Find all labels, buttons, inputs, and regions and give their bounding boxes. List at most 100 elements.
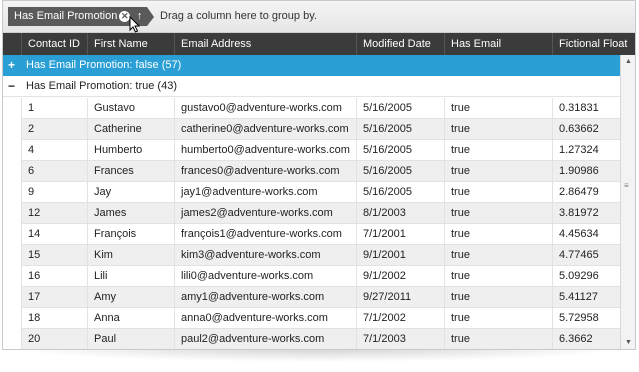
cell-fictional-float[interactable]: 2.86479: [552, 182, 620, 203]
cell-modified-date[interactable]: 7/1/2001: [356, 224, 444, 245]
cell-fictional-float[interactable]: 6.3662: [552, 329, 620, 349]
cell-first-name[interactable]: Catherine: [87, 119, 175, 140]
cell-first-name[interactable]: Frances: [87, 161, 175, 182]
cell-contact-id[interactable]: 15: [21, 245, 87, 266]
cell-has-email-promotion[interactable]: true: [444, 161, 552, 182]
cell-first-name[interactable]: Kim: [87, 245, 175, 266]
cell-fictional-float[interactable]: 0.63662: [552, 119, 620, 140]
cell-modified-date[interactable]: 5/16/2005: [356, 161, 444, 182]
table-row[interactable]: 1 Gustavo gustavo0@adventure-works.com 5/16…: [3, 98, 620, 119]
cell-email-address[interactable]: catherine0@adventure-works.com: [174, 119, 356, 140]
cell-has-email-promotion[interactable]: true: [444, 287, 552, 308]
table-row[interactable]: 9 Jay jay1@adventure-works.com 5/16/2005 tru…: [3, 182, 620, 203]
cell-modified-date[interactable]: 5/16/2005: [356, 140, 444, 161]
grip-icon[interactable]: ≡: [624, 181, 629, 190]
cell-email-address[interactable]: paul2@adventure-works.com: [174, 329, 356, 349]
cell-email-address[interactable]: amy1@adventure-works.com: [174, 287, 356, 308]
table-row[interactable]: 15 Kim kim3@adventure-works.com 9/1/2001 tru…: [3, 245, 620, 266]
column-header-email-address[interactable]: Email Address: [174, 33, 356, 55]
column-header-contact-id[interactable]: Contact ID: [21, 33, 87, 55]
cell-modified-date[interactable]: 7/1/2003: [356, 329, 444, 349]
cell-has-email-promotion[interactable]: true: [444, 203, 552, 224]
cell-has-email-promotion[interactable]: true: [444, 140, 552, 161]
cell-first-name[interactable]: Paul: [87, 329, 175, 349]
cell-email-address[interactable]: anna0@adventure-works.com: [174, 308, 356, 329]
cell-contact-id[interactable]: 4: [21, 140, 87, 161]
up-arrow-icon[interactable]: ▲: [625, 58, 632, 65]
table-row[interactable]: 16 Lili lili0@adventure-works.com 9/1/2002 t…: [3, 266, 620, 287]
cell-has-email-promotion[interactable]: true: [444, 245, 552, 266]
cell-fictional-float[interactable]: 4.45634: [552, 224, 620, 245]
cell-fictional-float[interactable]: 5.41127: [552, 287, 620, 308]
cell-modified-date[interactable]: 9/1/2002: [356, 266, 444, 287]
column-header-fictional-float[interactable]: Fictional Float: [552, 33, 635, 55]
cell-email-address[interactable]: gustavo0@adventure-works.com: [174, 98, 356, 119]
cell-fictional-float[interactable]: 1.27324: [552, 140, 620, 161]
cell-modified-date[interactable]: 7/1/2002: [356, 308, 444, 329]
cell-contact-id[interactable]: 12: [21, 203, 87, 224]
cell-email-address[interactable]: humberto0@adventure-works.com: [174, 140, 356, 161]
table-row[interactable]: 20 Paul paul2@adventure-works.com 7/1/2003 t…: [3, 329, 620, 349]
cell-modified-date[interactable]: 5/16/2005: [356, 119, 444, 140]
cell-has-email-promotion[interactable]: true: [444, 98, 552, 119]
cell-fictional-float[interactable]: 1.90986: [552, 161, 620, 182]
group-by-panel[interactable]: Has Email Promotion ✕ ↑ Drag a column he…: [3, 1, 635, 33]
group-row-false[interactable]: + Has Email Promotion: false (57): [3, 55, 620, 76]
cell-first-name[interactable]: Amy: [87, 287, 175, 308]
cell-fictional-float[interactable]: 5.09296: [552, 266, 620, 287]
cell-email-address[interactable]: françois1@adventure-works.com: [174, 224, 356, 245]
cell-first-name[interactable]: Lili: [87, 266, 175, 287]
table-row[interactable]: 6 Frances frances0@adventure-works.com 5/16…: [3, 161, 620, 182]
collapse-icon[interactable]: −: [8, 76, 15, 97]
cell-fictional-float[interactable]: 5.72958: [552, 308, 620, 329]
table-row[interactable]: 2 Catherine catherine0@adventure-works.com…: [3, 119, 620, 140]
cell-contact-id[interactable]: 1: [21, 98, 87, 119]
down-arrow-icon[interactable]: ▼: [625, 339, 632, 346]
cell-fictional-float[interactable]: 3.81972: [552, 203, 620, 224]
cell-first-name[interactable]: Anna: [87, 308, 175, 329]
group-row-true[interactable]: − Has Email Promotion: true (43): [3, 76, 620, 97]
table-row[interactable]: 12 James james2@adventure-works.com 8/1/200…: [3, 203, 620, 224]
table-row[interactable]: 17 Amy amy1@adventure-works.com 9/27/2011 tr…: [3, 287, 620, 308]
group-chip-has-email-promotion[interactable]: Has Email Promotion ✕ ↑: [8, 7, 155, 26]
cell-has-email-promotion[interactable]: true: [444, 119, 552, 140]
cell-fictional-float[interactable]: 0.31831: [552, 98, 620, 119]
cell-has-email-promotion[interactable]: true: [444, 266, 552, 287]
cell-first-name[interactable]: Gustavo: [87, 98, 175, 119]
cell-email-address[interactable]: frances0@adventure-works.com: [174, 161, 356, 182]
cell-email-address[interactable]: james2@adventure-works.com: [174, 203, 356, 224]
cell-first-name[interactable]: Humberto: [87, 140, 175, 161]
cell-email-address[interactable]: lili0@adventure-works.com: [174, 266, 356, 287]
cell-first-name[interactable]: James: [87, 203, 175, 224]
cell-contact-id[interactable]: 18: [21, 308, 87, 329]
cell-contact-id[interactable]: 20: [21, 329, 87, 349]
cell-modified-date[interactable]: 9/27/2011: [356, 287, 444, 308]
cell-has-email-promotion[interactable]: true: [444, 308, 552, 329]
vertical-scrollbar[interactable]: ▲ ≡ ▼: [620, 55, 635, 349]
cell-modified-date[interactable]: 8/1/2003: [356, 203, 444, 224]
cell-fictional-float[interactable]: 4.77465: [552, 245, 620, 266]
cell-contact-id[interactable]: 2: [21, 119, 87, 140]
cell-contact-id[interactable]: 14: [21, 224, 87, 245]
cell-modified-date[interactable]: 5/16/2005: [356, 182, 444, 203]
expand-icon[interactable]: +: [8, 55, 15, 76]
cell-modified-date[interactable]: 5/16/2005: [356, 98, 444, 119]
cell-contact-id[interactable]: 17: [21, 287, 87, 308]
cell-first-name[interactable]: Jay: [87, 182, 175, 203]
cell-first-name[interactable]: François: [87, 224, 175, 245]
cell-has-email-promotion[interactable]: true: [444, 182, 552, 203]
cell-has-email-promotion[interactable]: true: [444, 224, 552, 245]
table-row[interactable]: 18 Anna anna0@adventure-works.com 7/1/2002 t…: [3, 308, 620, 329]
cell-modified-date[interactable]: 9/1/2001: [356, 245, 444, 266]
cell-contact-id[interactable]: 16: [21, 266, 87, 287]
cell-contact-id[interactable]: 6: [21, 161, 87, 182]
cell-contact-id[interactable]: 9: [21, 182, 87, 203]
cell-email-address[interactable]: kim3@adventure-works.com: [174, 245, 356, 266]
column-header-has-email-promotion[interactable]: Has Email Promotion: [444, 33, 552, 72]
column-header-modified-date[interactable]: Modified Date: [356, 33, 444, 55]
table-row[interactable]: 14 François françois1@adventure-works.com 7…: [3, 224, 620, 245]
cell-has-email-promotion[interactable]: true: [444, 329, 552, 349]
table-row[interactable]: 4 Humberto humberto0@adventure-works.com 5/…: [3, 140, 620, 161]
cell-email-address[interactable]: jay1@adventure-works.com: [174, 182, 356, 203]
column-header-first-name[interactable]: First Name: [87, 33, 175, 55]
